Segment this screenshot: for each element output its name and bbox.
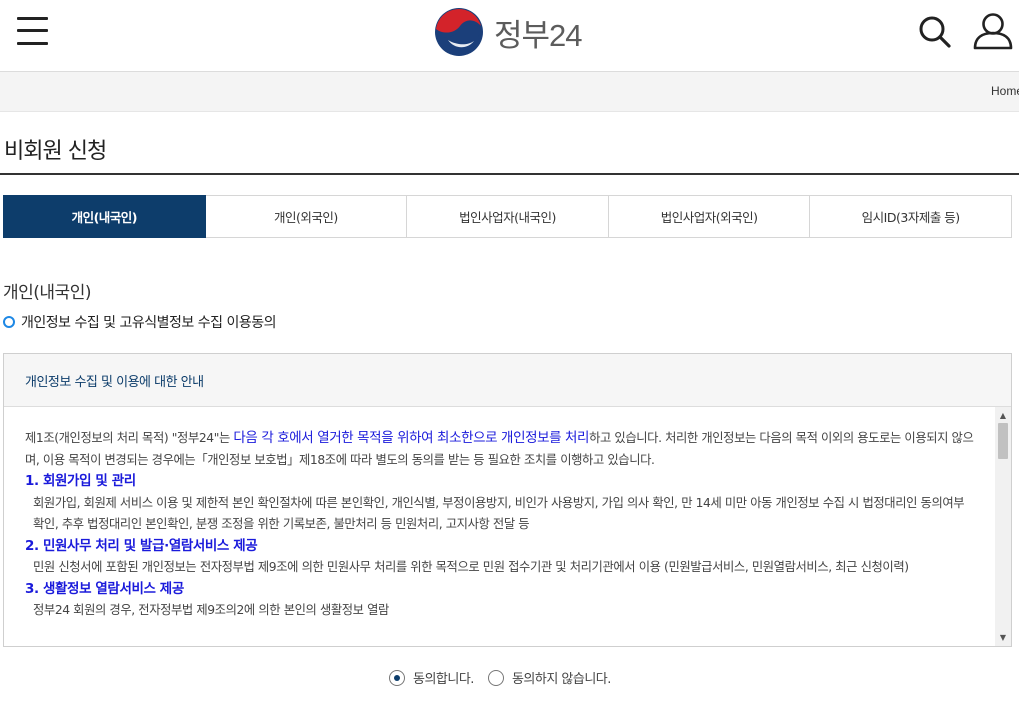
disagree-option[interactable]: 동의하지 않습니다. [487, 668, 611, 687]
privacy-notice-scroll-area[interactable]: 제1조(개인정보의 처리 목적) "정부24"는 다음 각 호에서 열거한 목적… [4, 407, 1011, 646]
logo-text: 정부24 [494, 17, 583, 53]
consent-subtitle: 개인정보 수집 및 고유식별정보 수집 이용동의 [3, 312, 276, 332]
tab-individual-foreign[interactable]: 개인(외국인) [205, 195, 408, 238]
notice-intro-highlight: 다음 각 호에서 열거한 목적을 위하여 최소한으로 개인정보를 처리 [233, 430, 590, 446]
tab-corporate-domestic[interactable]: 법인사업자(내국인) [407, 195, 609, 238]
scroll-down-arrow-icon[interactable]: ▼ [995, 630, 1011, 644]
tab-temporary-id[interactable]: 임시ID(3자제출 등) [810, 195, 1012, 238]
privacy-notice-content: 제1조(개인정보의 처리 목적) "정부24"는 다음 각 호에서 열거한 목적… [25, 428, 975, 622]
agree-option[interactable]: 동의합니다. [389, 668, 474, 687]
notice-item-title: 1. 회원가입 및 관리 [25, 473, 136, 489]
notice-intro: 제1조(개인정보의 처리 목적) "정부24"는 다음 각 호에서 열거한 목적… [25, 430, 974, 467]
tab-corporate-foreign[interactable]: 법인사업자(외국인) [608, 195, 811, 238]
bullet-ring-icon [3, 316, 15, 328]
agree-radio[interactable] [389, 669, 405, 686]
disagree-radio[interactable] [487, 669, 504, 686]
notice-item-text: 정부24 회원의 경우, 전자정부법 제9조의2에 의한 본인의 생활정보 열람 [33, 603, 389, 617]
privacy-notice-box: 개인정보 수집 및 이용에 대한 안내 제1조(개인정보의 처리 목적) "정부… [3, 353, 1012, 647]
tab-individual-domestic[interactable]: 개인(내국인) [3, 195, 206, 238]
site-logo[interactable]: 정부24 [434, 7, 583, 57]
hamburger-menu-icon[interactable] [17, 17, 48, 45]
notice-item-text: 회원가입, 회원제 서비스 이용 및 제한적 본인 확인절차에 따른 본인확인,… [33, 495, 965, 532]
vertical-scrollbar[interactable]: ▲ ▼ [995, 407, 1011, 646]
title-divider [0, 173, 1019, 175]
applicant-type-tabs: 개인(내국인) 개인(외국인) 법인사업자(내국인) 법인사업자(외국인) 임시… [3, 195, 1012, 238]
breadcrumb-home-link[interactable]: Home [991, 84, 1019, 98]
disagree-label: 동의하지 않습니다. [511, 672, 611, 687]
page-title: 비회원 신청 [4, 139, 107, 164]
section-title: 개인(내국인) [3, 283, 91, 303]
privacy-notice-header: 개인정보 수집 및 이용에 대한 안내 [4, 354, 1011, 407]
user-icon[interactable] [972, 12, 1014, 50]
consent-subtitle-text: 개인정보 수집 및 고유식별정보 수집 이용동의 [21, 315, 276, 331]
agree-label: 동의합니다. [413, 672, 474, 687]
top-header: 정부24 [0, 0, 1019, 72]
notice-item-text: 민원 신청서에 포함된 개인정보는 전자정부법 제9조에 의한 민원사무 처리를… [33, 560, 909, 574]
consent-radio-group: 동의합니다. 동의하지 않습니다. [389, 668, 625, 687]
scrollbar-thumb[interactable] [998, 423, 1008, 459]
notice-item-title: 2. 민원사무 처리 및 발급·열람서비스 제공 [25, 537, 258, 554]
scroll-up-arrow-icon[interactable]: ▲ [995, 408, 1011, 422]
notice-item-title: 3. 생활정보 열람서비스 제공 [25, 580, 184, 597]
taegeuk-logo-icon [435, 8, 483, 56]
search-icon[interactable] [918, 15, 952, 49]
breadcrumb: Home [0, 72, 1019, 112]
